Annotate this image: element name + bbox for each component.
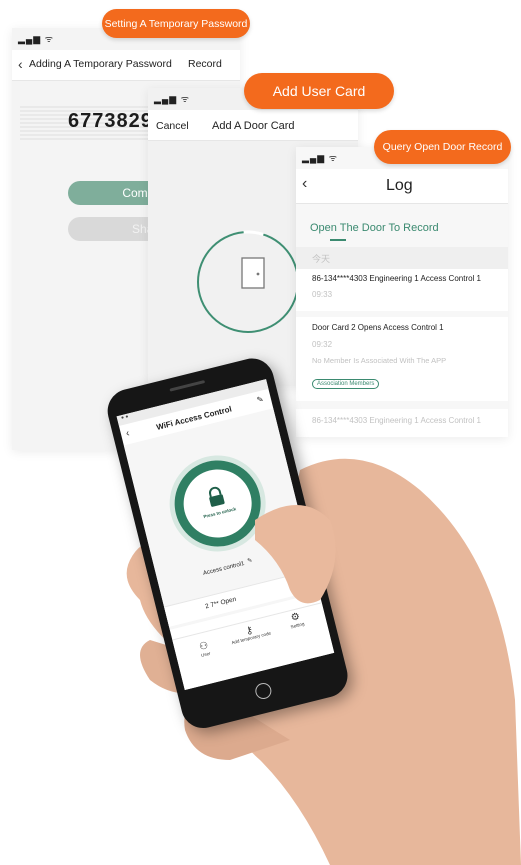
- thumb-overlay: [255, 505, 336, 604]
